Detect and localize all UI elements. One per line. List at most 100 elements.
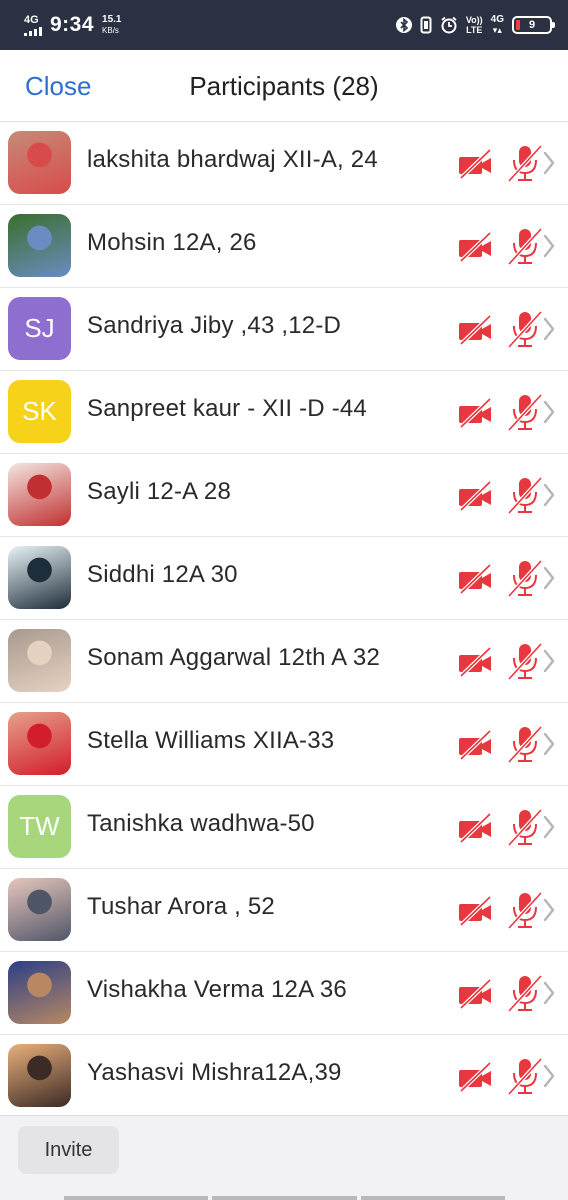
chevron-right-icon[interactable] [542, 150, 556, 176]
mic-muted-icon[interactable] [507, 641, 543, 681]
avatar-initials: SJ [24, 313, 55, 343]
video-off-icon[interactable] [457, 398, 494, 428]
participant-name: Mohsin 12A, 26 [87, 229, 257, 256]
chevron-right-icon[interactable] [542, 399, 556, 425]
video-off-icon[interactable] [457, 564, 494, 594]
avatar [8, 1044, 71, 1107]
mic-muted-icon[interactable] [507, 558, 543, 598]
volte-indicator: Vo)) LTE [466, 15, 483, 35]
chevron-right-icon[interactable] [542, 648, 556, 674]
participant-name: Yashasvi Mishra12A,39 [87, 1059, 342, 1086]
avatar [8, 961, 71, 1024]
header: Close Participants (28) [0, 50, 568, 122]
alarm-icon [441, 16, 457, 34]
speed-value: 15.1 [102, 14, 122, 25]
video-off-icon[interactable] [457, 730, 494, 760]
participant-row[interactable]: Siddhi 12A 30 [0, 537, 568, 620]
participant-row[interactable]: TW Tanishka wadhwa-50 [0, 786, 568, 869]
avatar-initials: TW [19, 811, 60, 841]
participant-row[interactable]: Mohsin 12A, 26 [0, 205, 568, 288]
participant-name: Tushar Arora , 52 [87, 893, 275, 920]
participant-row[interactable]: SJ Sandriya Jiby ,43 ,12-D [0, 288, 568, 371]
participant-row[interactable]: Sonam Aggarwal 12th A 32 [0, 620, 568, 703]
participant-name: Sayli 12-A 28 [87, 478, 232, 505]
avatar [8, 878, 71, 941]
mic-muted-icon[interactable] [507, 226, 543, 266]
invite-button[interactable]: Invite [18, 1126, 119, 1174]
participant-row[interactable]: Vishakha Verma 12A 36 [0, 952, 568, 1035]
chevron-right-icon[interactable] [542, 233, 556, 259]
signal-indicator: 4G [24, 13, 42, 36]
video-off-icon[interactable] [457, 232, 494, 262]
chevron-right-icon[interactable] [542, 316, 556, 342]
avatar: SK [8, 380, 71, 443]
mic-muted-icon[interactable] [507, 475, 543, 515]
avatar-initials: SK [22, 396, 57, 426]
chevron-right-icon[interactable] [542, 565, 556, 591]
chevron-right-icon[interactable] [542, 814, 556, 840]
volte-label: Vo)) [465, 15, 483, 25]
video-off-icon[interactable] [457, 149, 494, 179]
video-off-icon[interactable] [457, 1062, 494, 1092]
video-off-icon[interactable] [457, 481, 494, 511]
chevron-right-icon[interactable] [542, 897, 556, 923]
page-title: Participants (28) [189, 71, 379, 101]
avatar [8, 214, 71, 277]
avatar [8, 712, 71, 775]
avatar [8, 131, 71, 194]
speed-unit: KB/s [102, 26, 119, 35]
participant-name: Sandriya Jiby ,43 ,12-D [87, 312, 342, 339]
video-off-icon[interactable] [457, 896, 494, 926]
bluetooth-icon [395, 17, 412, 33]
mic-muted-icon[interactable] [507, 807, 543, 847]
vibrate-icon [420, 16, 432, 34]
mic-muted-icon[interactable] [507, 973, 543, 1013]
data-arrows-icon: ▾▴ [492, 25, 502, 35]
avatar: TW [8, 795, 71, 858]
lte-label: LTE [466, 25, 483, 35]
mic-muted-icon[interactable] [507, 890, 543, 930]
participant-row[interactable]: Tushar Arora , 52 [0, 869, 568, 952]
data-indicator: 4G ▾▴ [490, 14, 504, 36]
participant-name: Vishakha Verma 12A 36 [87, 976, 347, 1003]
avatar [8, 546, 71, 609]
mic-muted-icon[interactable] [507, 392, 543, 432]
participant-name: Stella Williams XIIA-33 [87, 727, 335, 754]
avatar [8, 629, 71, 692]
participant-name: lakshita bhardwaj XII-A, 24 [87, 146, 378, 173]
network-type: 4G [24, 13, 39, 26]
battery-icon: 9 [512, 16, 555, 34]
clock: 9:34 [50, 13, 95, 36]
participant-name: Sanpreet kaur - XII -D -44 [87, 395, 367, 422]
bottom-bar: Invite [0, 1115, 568, 1200]
video-off-icon[interactable] [457, 979, 494, 1009]
battery-level: 9 [528, 19, 536, 31]
participant-name: Siddhi 12A 30 [87, 561, 238, 588]
participant-row[interactable]: lakshita bhardwaj XII-A, 24 [0, 122, 568, 205]
participant-row[interactable]: Yashasvi Mishra12A,39 [0, 1035, 568, 1118]
participant-list: lakshita bhardwaj XII-A, 24 Mohsin 12A, 2… [0, 122, 568, 1118]
participant-row[interactable]: Sayli 12-A 28 [0, 454, 568, 537]
mic-muted-icon[interactable] [507, 724, 543, 764]
mic-muted-icon[interactable] [507, 1056, 543, 1096]
avatar [8, 463, 71, 526]
mic-muted-icon[interactable] [507, 309, 543, 349]
chevron-right-icon[interactable] [542, 1063, 556, 1089]
mic-muted-icon[interactable] [507, 143, 543, 183]
participant-row[interactable]: SK Sanpreet kaur - XII -D -44 [0, 371, 568, 454]
participant-name: Sonam Aggarwal 12th A 32 [87, 644, 381, 671]
avatar: SJ [8, 297, 71, 360]
video-off-icon[interactable] [457, 315, 494, 345]
data-network-label: 4G [490, 14, 504, 25]
participant-row[interactable]: Stella Williams XIIA-33 [0, 703, 568, 786]
status-bar: 4G 9:34 15.1 KB/s Vo)) LTE 4G ▾▴ 9 [0, 0, 568, 50]
video-off-icon[interactable] [457, 647, 494, 677]
participant-name: Tanishka wadhwa-50 [87, 810, 315, 837]
video-off-icon[interactable] [457, 813, 494, 843]
signal-bars-icon [24, 26, 42, 36]
network-speed: 15.1 KB/s [102, 14, 121, 36]
navigation-gesture-bar[interactable] [64, 1196, 505, 1200]
chevron-right-icon[interactable] [542, 731, 556, 757]
chevron-right-icon[interactable] [542, 980, 556, 1006]
chevron-right-icon[interactable] [542, 482, 556, 508]
